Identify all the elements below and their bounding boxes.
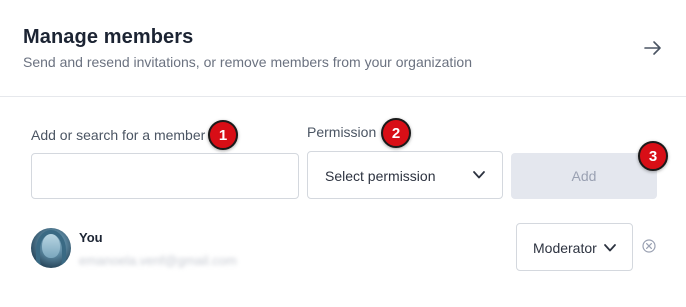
- page-subtitle: Send and resend invitations, or remove m…: [23, 54, 472, 70]
- remove-member-icon[interactable]: [642, 239, 656, 253]
- chevron-down-icon: [604, 244, 616, 252]
- member-field-label: Add or search for a member: [31, 127, 206, 143]
- member-email: emanoela.venf@gmail.com: [79, 253, 237, 268]
- step-marker-3: 3: [638, 141, 668, 171]
- permission-field-label: Permission: [307, 124, 377, 140]
- member-role-select[interactable]: Moderator: [516, 223, 633, 271]
- arrow-right-icon[interactable]: [642, 38, 664, 58]
- permission-select[interactable]: Select permission: [307, 151, 503, 199]
- step-marker-1: 1: [208, 120, 238, 150]
- add-member-button[interactable]: Add: [511, 153, 657, 199]
- member-search-input[interactable]: [31, 153, 299, 199]
- member-name: You: [79, 230, 103, 245]
- avatar-face: [42, 234, 60, 258]
- permission-select-value: Select permission: [325, 168, 436, 184]
- panel-header: Manage members Send and resend invitatio…: [0, 0, 686, 97]
- member-role-value: Moderator: [533, 240, 597, 256]
- chevron-down-icon: [473, 171, 485, 179]
- avatar: [31, 228, 71, 268]
- step-marker-2: 2: [381, 118, 411, 148]
- add-button-label: Add: [571, 168, 597, 184]
- page-title: Manage members: [23, 26, 194, 48]
